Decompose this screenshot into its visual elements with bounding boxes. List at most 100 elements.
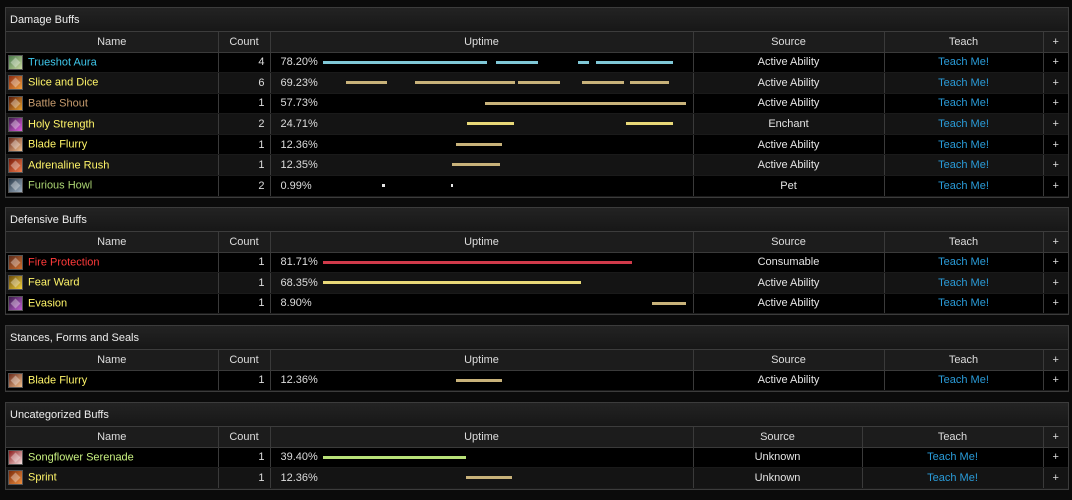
section-title: Uncategorized Buffs [6, 403, 1068, 427]
name-cell: Slice and Dice [6, 72, 219, 94]
buff-name-link[interactable]: Blade Flurry [28, 374, 87, 386]
uptime-cell: 69.23% [269, 72, 694, 94]
column-header-plus[interactable]: + [1042, 232, 1068, 253]
uptime-percent: 68.35% [280, 276, 318, 289]
uptime-timeline [322, 448, 687, 468]
name-cell: Battle Shout [6, 93, 219, 115]
source-cell: Active Ability [692, 134, 885, 156]
column-header-plus[interactable]: + [1042, 32, 1068, 53]
column-header-uptime[interactable]: Uptime [269, 427, 694, 448]
column-header-teach[interactable]: Teach [883, 232, 1044, 253]
buff-name-link[interactable]: Trueshot Aura [28, 56, 97, 68]
buff-name-link[interactable]: Songflower Serenade [28, 451, 134, 463]
buff-name-link[interactable]: Battle Shout [28, 97, 88, 109]
teach-me-link[interactable]: Teach Me! [938, 139, 989, 151]
column-header-source[interactable]: Source [692, 232, 885, 253]
teach-me-link[interactable]: Teach Me! [938, 97, 989, 109]
teach-me-link[interactable]: Teach Me! [938, 180, 989, 192]
teach-me-link[interactable]: Teach Me! [938, 374, 989, 386]
table-row: Holy Strength 2 24.71% Enchant Teach Me! + [6, 113, 1068, 135]
table-row: Blade Flurry 1 12.36% Active Ability Teach M… [6, 370, 1068, 392]
teach-me-link[interactable]: Teach Me! [938, 256, 989, 268]
buff-name-link[interactable]: Fear Ward [28, 277, 80, 289]
column-header-count[interactable]: Count [217, 427, 271, 448]
column-header-count[interactable]: Count [217, 350, 271, 371]
teach-me-link[interactable]: Teach Me! [938, 56, 989, 68]
teach-me-link[interactable]: Teach Me! [938, 159, 989, 171]
column-header-count[interactable]: Count [217, 32, 271, 53]
section-title: Defensive Buffs [6, 208, 1068, 232]
uptime-bar-segment [381, 184, 385, 188]
uptime-percent: 0.99% [280, 179, 312, 192]
buff-name-link[interactable]: Holy Strength [28, 118, 95, 130]
uptime-bar-segment [652, 301, 687, 305]
teach-me-link[interactable]: Teach Me! [927, 451, 978, 463]
column-header-name[interactable]: Name [6, 232, 219, 253]
count-cell: 2 [217, 113, 271, 135]
expand-button[interactable]: + [1042, 72, 1068, 94]
header-row: Name Count Uptime Source Teach + [6, 350, 1068, 371]
column-header-plus[interactable]: + [1042, 350, 1068, 371]
holy-strength-icon [8, 116, 23, 132]
expand-button[interactable]: + [1042, 113, 1068, 135]
column-header-source[interactable]: Source [692, 427, 863, 448]
teach-me-link[interactable]: Teach Me! [927, 472, 978, 484]
furious-howl-icon [8, 178, 23, 194]
buff-name-link[interactable]: Fire Protection [28, 256, 100, 268]
column-header-name[interactable]: Name [6, 350, 219, 371]
count-cell: 2 [217, 175, 271, 197]
uptime-percent: 78.20% [280, 56, 318, 69]
buff-name-link[interactable]: Adrenaline Rush [28, 159, 109, 171]
column-header-count[interactable]: Count [217, 232, 271, 253]
expand-button[interactable]: + [1042, 52, 1068, 74]
count-cell: 1 [217, 447, 271, 469]
column-header-name[interactable]: Name [6, 32, 219, 53]
uptime-bar-segment [484, 101, 687, 105]
uptime-cell: 39.40% [269, 447, 694, 469]
column-header-uptime[interactable]: Uptime [269, 232, 694, 253]
uptime-bar-segment [322, 260, 632, 264]
count-cell: 1 [217, 370, 271, 392]
table-row: Battle Shout 1 57.73% Active Ability Teach M… [6, 93, 1068, 115]
buff-name-link[interactable]: Blade Flurry [28, 139, 87, 151]
count-cell: 4 [217, 52, 271, 74]
expand-button[interactable]: + [1042, 252, 1068, 274]
expand-button[interactable]: + [1042, 293, 1068, 315]
expand-button[interactable]: + [1042, 370, 1068, 392]
expand-button[interactable]: + [1042, 93, 1068, 115]
expand-button[interactable]: + [1042, 154, 1068, 177]
uptime-timeline [323, 468, 687, 488]
section-damage-buffs: Damage Buffs Name Count Uptime Source Teach + T… [5, 7, 1069, 198]
column-header-source[interactable]: Source [692, 350, 885, 371]
fear-ward-icon [8, 275, 23, 291]
column-header-uptime[interactable]: Uptime [269, 350, 694, 371]
column-header-source[interactable]: Source [692, 32, 885, 53]
teach-me-link[interactable]: Teach Me! [938, 297, 989, 309]
teach-me-link[interactable]: Teach Me! [938, 118, 989, 130]
uptime-cell: 0.99% [269, 175, 694, 197]
uptime-timeline [323, 114, 687, 134]
expand-button[interactable]: + [1042, 272, 1068, 294]
buff-name-link[interactable]: Evasion [28, 297, 67, 309]
column-header-name[interactable]: Name [6, 427, 219, 448]
column-header-teach[interactable]: Teach [861, 427, 1044, 448]
uptime-bar-segment [322, 455, 467, 459]
teach-me-link[interactable]: Teach Me! [938, 277, 989, 289]
expand-button[interactable]: + [1042, 134, 1068, 156]
column-header-plus[interactable]: + [1042, 427, 1068, 448]
expand-button[interactable]: + [1042, 175, 1068, 197]
uptime-bar-segment [451, 184, 453, 188]
teach-cell: Teach Me! [861, 447, 1044, 469]
count-cell: 1 [217, 134, 271, 156]
buff-name-link[interactable]: Slice and Dice [28, 77, 98, 89]
column-header-uptime[interactable]: Uptime [269, 32, 694, 53]
source-cell: Active Ability [692, 370, 885, 392]
buff-name-link[interactable]: Sprint [28, 472, 57, 484]
expand-button[interactable]: + [1042, 467, 1068, 489]
expand-button[interactable]: + [1042, 447, 1068, 469]
buff-name-link[interactable]: Furious Howl [28, 180, 92, 192]
teach-me-link[interactable]: Teach Me! [938, 77, 989, 89]
column-header-teach[interactable]: Teach [883, 350, 1044, 371]
column-header-teach[interactable]: Teach [883, 32, 1044, 53]
uptime-bar-segment [322, 60, 488, 64]
